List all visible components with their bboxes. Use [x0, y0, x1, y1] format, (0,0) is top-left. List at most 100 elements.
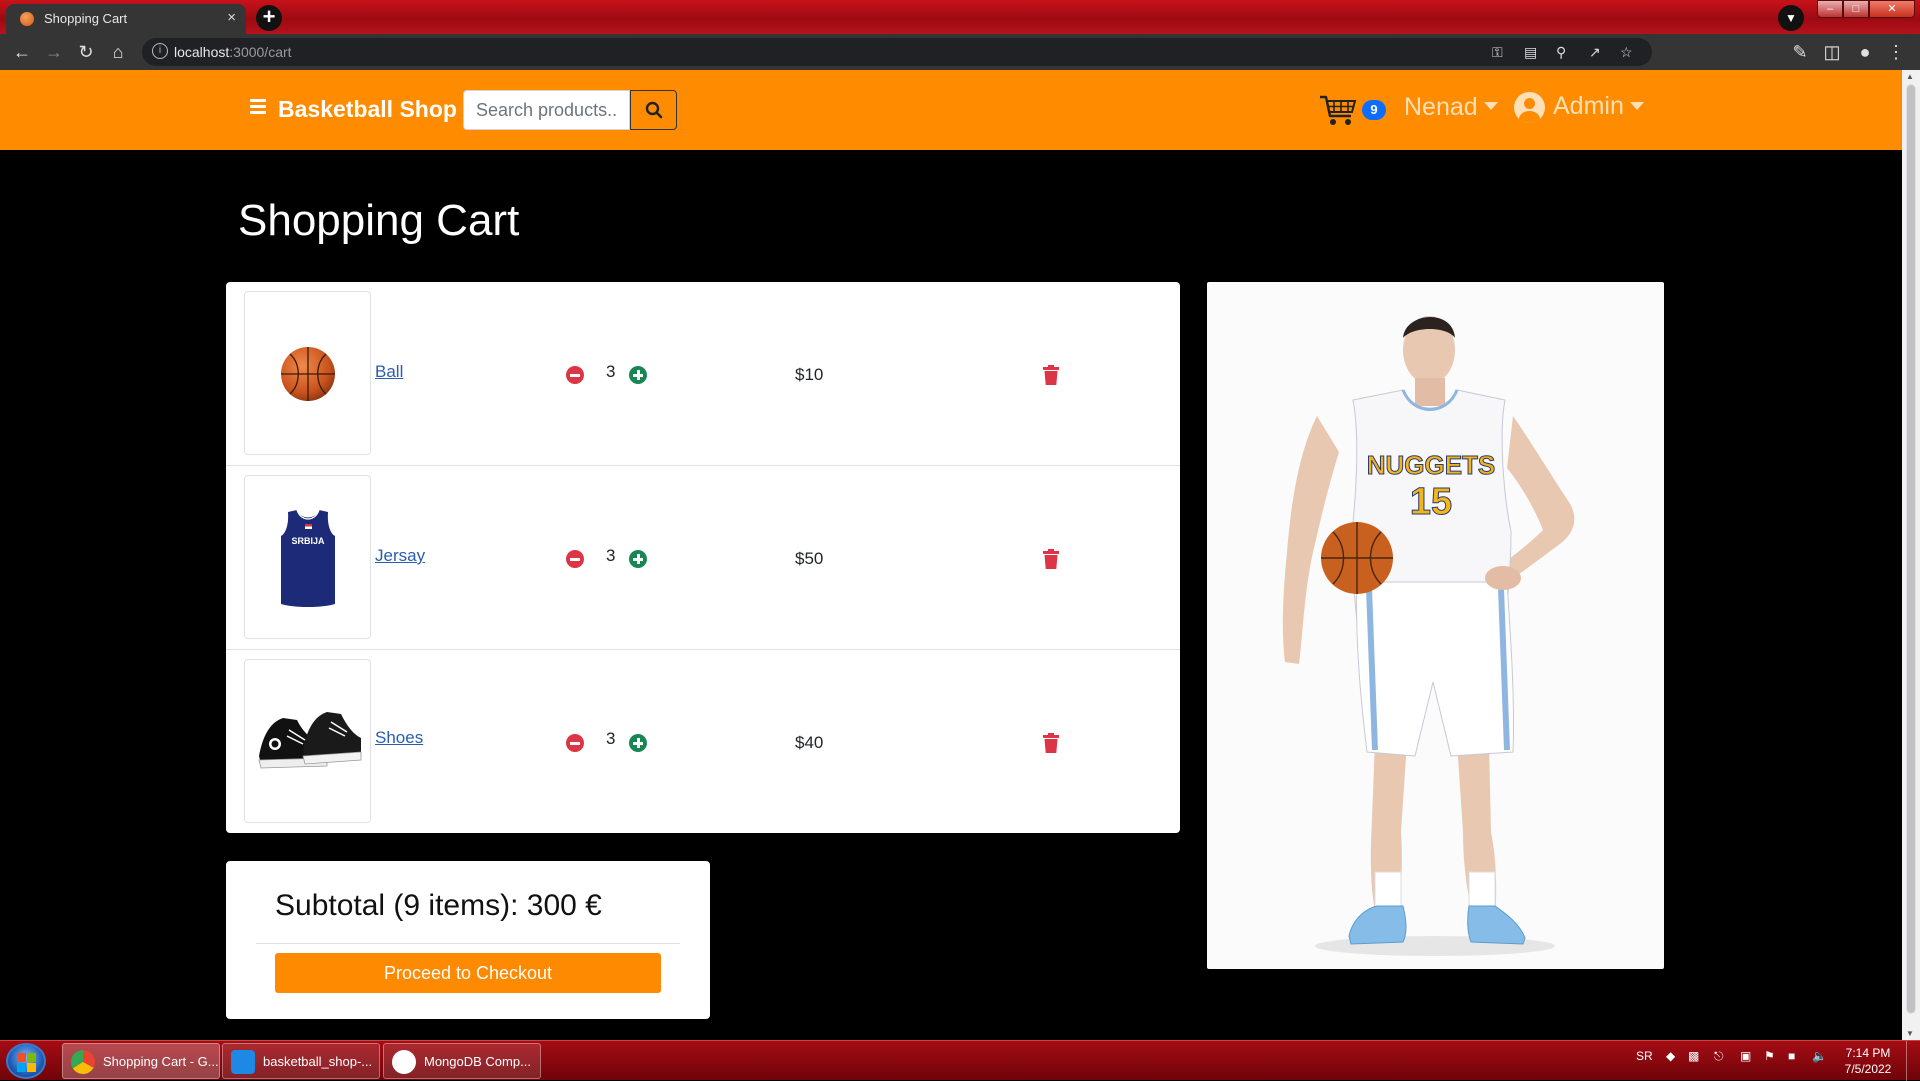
- increase-quantity-icon[interactable]: [629, 734, 647, 752]
- start-button[interactable]: [6, 1043, 46, 1079]
- security-icon[interactable]: ◆: [1666, 1049, 1675, 1063]
- navbar: Basketball Shop 9 Nenad Admin: [0, 70, 1902, 150]
- product-link[interactable]: Shoes: [375, 728, 423, 748]
- extensions-icon[interactable]: ✎: [1788, 40, 1812, 64]
- shoes-image[interactable]: [244, 659, 371, 823]
- reload-icon[interactable]: ↻: [74, 40, 98, 64]
- admin-label: Admin: [1553, 92, 1624, 121]
- taskbar-item-mongodb[interactable]: MongoDB Comp...: [383, 1043, 541, 1079]
- item-price: $10: [795, 365, 824, 384]
- browser-tab[interactable]: Shopping Cart ×: [6, 4, 246, 34]
- subtotal-text: Subtotal (9 items): 300 €: [275, 889, 602, 922]
- window-close-button[interactable]: ✕: [1869, 0, 1915, 18]
- basketball-favicon-icon: [20, 12, 34, 26]
- clock[interactable]: 7:14 PM 7/5/2022: [1838, 1045, 1898, 1077]
- taskbar-item-vscode[interactable]: basketball_shop-...: [222, 1043, 380, 1079]
- checkout-button[interactable]: Proceed to Checkout: [275, 953, 661, 993]
- cart-count-badge: 9: [1362, 100, 1386, 120]
- password-key-icon[interactable]: ⚿: [1492, 44, 1503, 61]
- divider: [256, 943, 680, 944]
- side-panel-icon[interactable]: ◫: [1820, 40, 1844, 64]
- player-image: NUGGETS 15: [1207, 282, 1664, 969]
- hamburger-menu-icon[interactable]: [250, 96, 266, 117]
- clock-time: 7:14 PM: [1845, 1046, 1891, 1060]
- scroll-up-icon[interactable]: ▲: [1906, 72, 1914, 81]
- minimize-button[interactable]: –: [1817, 0, 1843, 18]
- maximize-button[interactable]: □: [1843, 0, 1869, 18]
- close-tab-icon[interactable]: ×: [227, 9, 236, 26]
- item-price: $40: [795, 733, 824, 752]
- volume-icon[interactable]: 🔈: [1812, 1049, 1827, 1063]
- zoom-icon[interactable]: ⚲: [1556, 44, 1566, 61]
- trash-icon[interactable]: [1043, 365, 1059, 385]
- usb-icon[interactable]: ⎋: [1714, 1049, 1724, 1064]
- address-bar[interactable]: i localhost:3000/cart ☆ ↗ ⚲ ▤ ⚿: [142, 38, 1652, 66]
- caret-down-icon: [1629, 101, 1644, 110]
- product-link[interactable]: Ball: [375, 362, 403, 382]
- search-button[interactable]: [630, 90, 677, 130]
- page-scrollbar[interactable]: ▲ ▼: [1902, 70, 1920, 1040]
- quantity-value: 3: [606, 729, 616, 748]
- scrollbar-thumb[interactable]: [1906, 84, 1916, 1014]
- site-info-icon[interactable]: i: [152, 43, 168, 59]
- decrease-quantity-icon[interactable]: [566, 734, 584, 752]
- network-icon[interactable]: ■: [1788, 1049, 1795, 1063]
- search-input[interactable]: [463, 90, 630, 130]
- forward-icon[interactable]: →: [42, 40, 66, 64]
- trash-icon[interactable]: [1043, 733, 1059, 753]
- network-activity-icon[interactable]: ▩: [1688, 1049, 1699, 1063]
- caret-down-icon: [1483, 102, 1498, 111]
- chrome-icon: [71, 1050, 95, 1074]
- search-icon: [645, 101, 663, 119]
- jersey-image[interactable]: SRBIJA: [244, 475, 371, 639]
- back-icon[interactable]: ←: [10, 40, 34, 64]
- admin-dropdown[interactable]: Admin: [1514, 92, 1644, 123]
- vscode-icon: [231, 1050, 255, 1074]
- brand-name[interactable]: Basketball Shop: [278, 96, 457, 122]
- basketball-image[interactable]: [244, 291, 371, 455]
- mongodb-leaf-icon: [392, 1050, 416, 1074]
- page-viewport: Basketball Shop 9 Nenad Admin Shopping C: [0, 70, 1902, 1040]
- item-price: $50: [795, 549, 824, 568]
- share-icon[interactable]: ↗: [1589, 44, 1601, 61]
- bookmark-star-icon[interactable]: ☆: [1620, 44, 1633, 61]
- flag-icon[interactable]: ⚑: [1764, 1049, 1775, 1063]
- increase-quantity-icon[interactable]: [629, 366, 647, 384]
- scroll-down-icon[interactable]: ▼: [1906, 1029, 1914, 1038]
- new-tab-button[interactable]: +: [256, 5, 282, 31]
- profile-icon[interactable]: ●: [1853, 40, 1877, 64]
- cart-item-row: Ball 3 $10: [226, 282, 1180, 466]
- user-circle-icon: [1514, 92, 1545, 123]
- user-name: Nenad: [1404, 93, 1478, 121]
- home-icon[interactable]: ⌂: [106, 40, 130, 64]
- jersey-text: SRBIJA: [291, 536, 325, 546]
- menu-icon[interactable]: ⋮: [1884, 40, 1908, 64]
- taskbar-item-chrome[interactable]: Shopping Cart - G...: [62, 1043, 220, 1079]
- brand[interactable]: Basketball Shop: [250, 96, 457, 123]
- show-desktop-button[interactable]: [1906, 1041, 1920, 1081]
- sync-icon[interactable]: ▣: [1740, 1049, 1751, 1063]
- language-indicator[interactable]: SR: [1636, 1049, 1653, 1063]
- cart-list: Ball 3 $10 SRBIJA Jersay 3 $50 Shoes 3 $…: [226, 282, 1180, 833]
- browser-tab-strip: Shopping Cart × + ▼ – □ ✕: [0, 0, 1920, 34]
- user-dropdown[interactable]: Nenad: [1404, 93, 1498, 122]
- quantity-value: 3: [606, 546, 616, 565]
- tab-search-button[interactable]: ▼: [1778, 5, 1804, 31]
- decrease-quantity-icon[interactable]: [566, 550, 584, 568]
- cart-item-row: SRBIJA Jersay 3 $50: [226, 466, 1180, 650]
- subtotal-card: Subtotal (9 items): 300 € Proceed to Che…: [226, 861, 710, 1019]
- clock-date: 7/5/2022: [1844, 1062, 1892, 1076]
- product-link[interactable]: Jersay: [375, 546, 425, 566]
- url-text[interactable]: localhost:3000/cart: [174, 44, 292, 60]
- jersey-number: 15: [1410, 481, 1452, 523]
- quantity-value: 3: [606, 362, 616, 381]
- page-title: Shopping Cart: [238, 196, 520, 245]
- tab-title: Shopping Cart: [44, 11, 128, 26]
- trash-icon[interactable]: [1043, 549, 1059, 569]
- translate-icon[interactable]: ▤: [1524, 44, 1537, 61]
- shopping-cart-icon[interactable]: [1318, 92, 1358, 128]
- browser-toolbar: ← → ↻ ⌂ i localhost:3000/cart ☆ ↗ ⚲ ▤ ⚿ …: [0, 34, 1920, 70]
- increase-quantity-icon[interactable]: [629, 550, 647, 568]
- decrease-quantity-icon[interactable]: [566, 366, 584, 384]
- cart-item-row: Shoes 3 $40: [226, 650, 1180, 834]
